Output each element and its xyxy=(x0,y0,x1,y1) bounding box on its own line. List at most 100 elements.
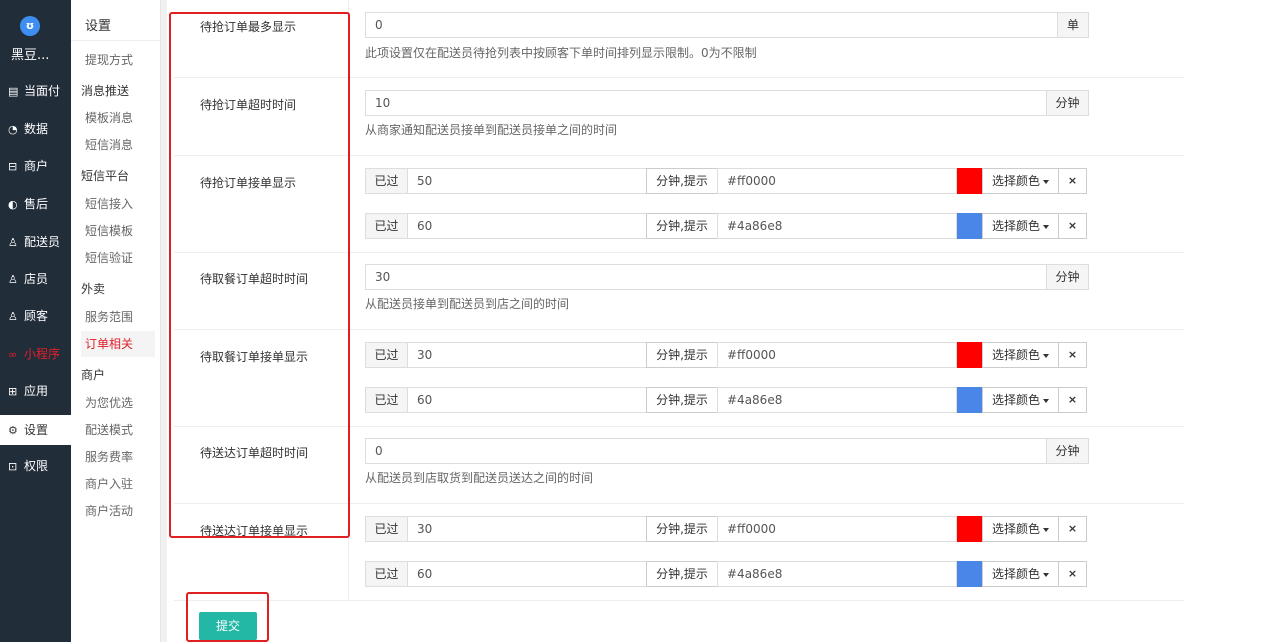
submenu-item-service-area[interactable]: 服务范围 xyxy=(81,304,155,330)
select-color-dropdown[interactable]: 选择颜色 xyxy=(982,561,1059,587)
receipt-icon: ▤ xyxy=(8,85,19,98)
submenu-group-takeaway: 外卖 xyxy=(81,282,106,296)
submenu-item-delivery-mode[interactable]: 配送模式 xyxy=(81,417,155,443)
remove-button[interactable]: × xyxy=(1058,516,1087,542)
help-text: 从配送员到店取货到配送员送达之间的时间 xyxy=(365,471,594,485)
minutes-input[interactable]: 60 xyxy=(407,561,647,587)
annotation-box-submit xyxy=(186,592,269,642)
remove-button[interactable]: × xyxy=(1058,342,1087,368)
prefix-addon: 已过 xyxy=(365,168,408,194)
max-display-input[interactable]: 0 xyxy=(365,12,1058,38)
nav-item-apps[interactable]: ⊞ 应用 xyxy=(0,376,71,406)
color-swatch xyxy=(957,561,982,587)
remove-button[interactable]: × xyxy=(1058,213,1087,239)
prefix-addon: 已过 xyxy=(365,342,408,368)
nav-item-permissions[interactable]: ⊡ 权限 xyxy=(0,451,71,481)
minutes-hint-addon: 分钟,提示 xyxy=(646,516,718,542)
gear-icon: ⚙ xyxy=(8,424,18,437)
color-input[interactable]: #ff0000 xyxy=(717,168,957,194)
submenu-item-template-msg[interactable]: 模板消息 xyxy=(81,105,155,131)
nav-item-pay[interactable]: ▤ 当面付 xyxy=(0,76,71,106)
remove-button[interactable]: × xyxy=(1058,387,1087,413)
grab-timeout-input[interactable]: 10 xyxy=(365,90,1047,116)
nav-item-customer[interactable]: ♙ 顾客 xyxy=(0,301,71,331)
color-swatch xyxy=(957,516,982,542)
submenu-item-order[interactable]: 订单相关 xyxy=(81,331,155,357)
divider xyxy=(71,40,160,41)
submenu-title: 设置 xyxy=(85,19,112,34)
nav-item-data[interactable]: ◔ 数据 xyxy=(0,114,71,144)
select-color-dropdown[interactable]: 选择颜色 xyxy=(982,516,1059,542)
submenu-item-sms-verify[interactable]: 短信验证 xyxy=(81,245,155,271)
submenu-item-withdraw[interactable]: 提现方式 xyxy=(81,47,155,73)
unit-addon: 分钟 xyxy=(1046,90,1089,116)
submenu-item-merchant-activity[interactable]: 商户活动 xyxy=(81,498,155,524)
caret-down-icon xyxy=(1043,179,1049,184)
submenu-item-service-fee[interactable]: 服务费率 xyxy=(81,444,155,470)
help-text: 此项设置仅在配送员待抢列表中按顾客下单时间排列显示限制。0为不限制 xyxy=(365,46,757,60)
customer-icon: ♙ xyxy=(8,310,18,323)
nav-item-aftersale[interactable]: ◐ 售后 xyxy=(0,189,71,219)
minutes-hint-addon: 分钟,提示 xyxy=(646,168,718,194)
lock-icon: ⊡ xyxy=(8,460,18,473)
minutes-hint-addon: 分钟,提示 xyxy=(646,342,718,368)
color-swatch xyxy=(957,213,982,239)
annotation-box-labels xyxy=(169,12,350,538)
nav-item-clerk[interactable]: ♙ 店员 xyxy=(0,264,71,294)
aftersale-icon: ◐ xyxy=(8,198,18,211)
select-color-dropdown[interactable]: 选择颜色 xyxy=(982,387,1059,413)
help-text: 从配送员接单到配送员到店之间的时间 xyxy=(365,297,570,311)
submenu-item-recommend[interactable]: 为您优选 xyxy=(81,390,155,416)
color-input[interactable]: #ff0000 xyxy=(717,342,957,368)
order-settings-form: 待抢订单最多显示 0 单 此项设置仅在配送员待抢列表中按顾客下单时间排列显示限制… xyxy=(167,0,1275,642)
submenu-item-sms-msg[interactable]: 短信消息 xyxy=(81,132,155,158)
chart-icon: ◔ xyxy=(8,123,18,136)
row-divider xyxy=(174,600,1184,601)
minutes-input[interactable]: 30 xyxy=(407,342,647,368)
minutes-hint-addon: 分钟,提示 xyxy=(646,561,718,587)
caret-down-icon xyxy=(1043,527,1049,532)
delivery-timeout-input[interactable]: 0 xyxy=(365,438,1047,464)
prefix-addon: 已过 xyxy=(365,516,408,542)
color-swatch xyxy=(957,387,982,413)
minutes-input[interactable]: 50 xyxy=(407,168,647,194)
color-input[interactable]: #ff0000 xyxy=(717,516,957,542)
prefix-addon: 已过 xyxy=(365,561,408,587)
nav-item-merchant[interactable]: ⊟ 商户 xyxy=(0,151,71,181)
prefix-addon: 已过 xyxy=(365,387,408,413)
color-input[interactable]: #4a86e8 xyxy=(717,387,957,413)
settings-submenu: 设置 提现方式 消息推送 模板消息 短信消息 短信平台 短信接入 短信模板 短信… xyxy=(71,0,161,642)
color-input[interactable]: #4a86e8 xyxy=(717,561,957,587)
minutes-input[interactable]: 60 xyxy=(407,387,647,413)
store-icon: ⊟ xyxy=(8,160,18,173)
brand-name[interactable]: 黑豆... xyxy=(11,44,49,63)
minutes-hint-addon: 分钟,提示 xyxy=(646,387,718,413)
color-input[interactable]: #4a86e8 xyxy=(717,213,957,239)
unit-addon: 分钟 xyxy=(1046,264,1089,290)
minutes-input[interactable]: 60 xyxy=(407,213,647,239)
minutes-input[interactable]: 30 xyxy=(407,516,647,542)
help-text: 从商家通知配送员接单到配送员接单之间的时间 xyxy=(365,123,618,137)
caret-down-icon xyxy=(1043,398,1049,403)
select-color-dropdown[interactable]: 选择颜色 xyxy=(982,342,1059,368)
remove-button[interactable]: × xyxy=(1058,168,1087,194)
color-swatch xyxy=(957,342,982,368)
select-color-dropdown[interactable]: 选择颜色 xyxy=(982,213,1059,239)
color-swatch xyxy=(957,168,982,194)
miniprogram-icon: ∞ xyxy=(8,348,18,361)
nav-item-miniprogram[interactable]: ∞ 小程序 xyxy=(0,339,71,369)
caret-down-icon xyxy=(1043,353,1049,358)
remove-button[interactable]: × xyxy=(1058,561,1087,587)
main-sidebar: ʊ 黑豆... ▤ 当面付 ◔ 数据 ⊟ 商户 ◐ 售后 ♙ 配送员 ♙ 店员 ♙ 顾客 ∞ 小… xyxy=(0,0,71,642)
submenu-item-merchant-join[interactable]: 商户入驻 xyxy=(81,471,155,497)
submenu-item-sms-template[interactable]: 短信模板 xyxy=(81,218,155,244)
nav-item-settings[interactable]: ⚙ 设置 xyxy=(0,415,71,445)
submenu-group-push: 消息推送 xyxy=(81,84,130,98)
submenu-item-sms-access[interactable]: 短信接入 xyxy=(81,191,155,217)
select-color-dropdown[interactable]: 选择颜色 xyxy=(982,168,1059,194)
clerk-icon: ♙ xyxy=(8,273,18,286)
nav-item-courier[interactable]: ♙ 配送员 xyxy=(0,227,71,257)
prefix-addon: 已过 xyxy=(365,213,408,239)
pickup-timeout-input[interactable]: 30 xyxy=(365,264,1047,290)
caret-down-icon xyxy=(1043,572,1049,577)
